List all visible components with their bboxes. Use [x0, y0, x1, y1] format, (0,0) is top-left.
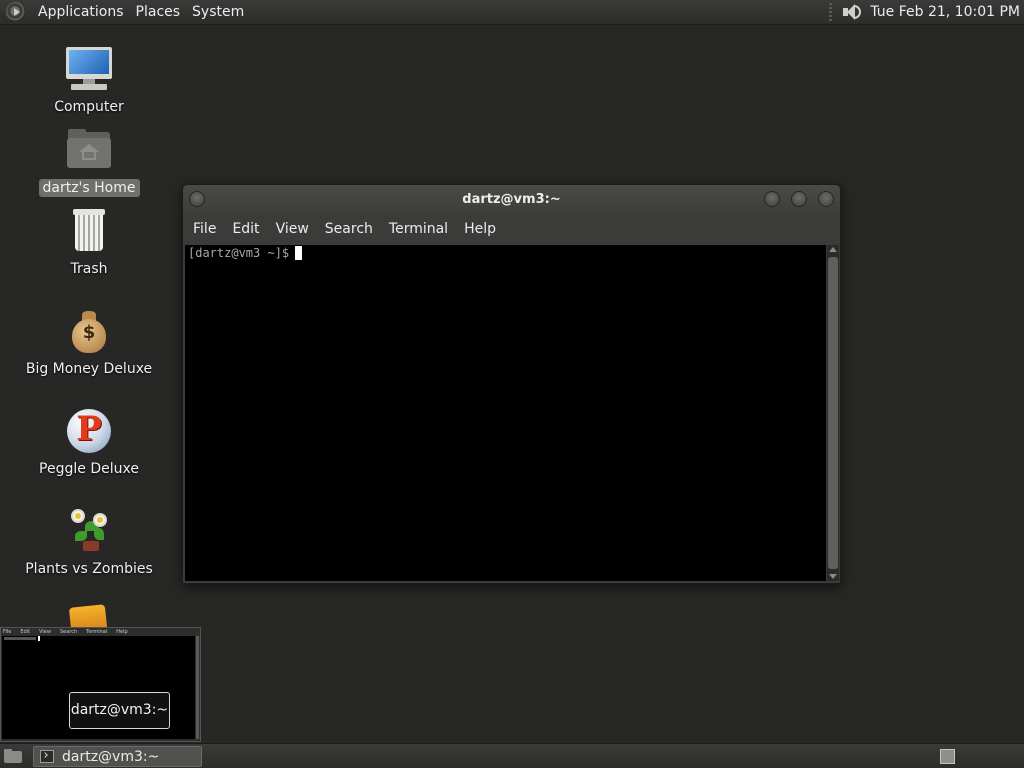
minimize-button[interactable] — [764, 191, 780, 207]
menu-view[interactable]: View — [270, 215, 315, 244]
preview-menu-item: File — [3, 629, 12, 635]
desktop-icon-label: Peggle Deluxe — [39, 461, 139, 477]
menu-search[interactable]: Search — [319, 215, 379, 244]
desktop-icon-home[interactable]: dartz's Home — [24, 126, 154, 197]
workspace-switcher[interactable] — [940, 749, 955, 764]
show-desktop-icon[interactable] — [3, 747, 25, 765]
clock[interactable]: Tue Feb 21, 10:01 PM — [870, 4, 1020, 20]
scroll-up-arrow-icon[interactable] — [829, 247, 837, 252]
scroll-down-arrow-icon[interactable] — [829, 574, 837, 579]
menu-edit[interactable]: Edit — [226, 215, 265, 244]
desktop-icon-trash[interactable]: Trash — [24, 207, 154, 278]
computer-icon — [65, 45, 113, 93]
taskbar-label: dartz@vm3:~ — [62, 748, 160, 765]
desktop-icon-label: Plants vs Zombies — [25, 561, 153, 577]
gnome-logo-icon[interactable] — [6, 2, 26, 22]
preview-menu-item: Search — [59, 629, 78, 635]
plants-icon — [65, 507, 113, 555]
preview-menu-item: View — [39, 629, 51, 635]
scroll-thumb[interactable] — [828, 257, 838, 569]
money-bag-icon: $ — [65, 307, 113, 355]
menu-terminal[interactable]: Terminal — [383, 215, 454, 244]
preview-menu-item: Help — [116, 629, 128, 635]
text-cursor — [295, 246, 303, 260]
desktop-icon-label: dartz's Home — [38, 179, 140, 197]
desktop-icon-plants-vs-zombies[interactable]: Plants vs Zombies — [24, 507, 154, 578]
bottom-panel: dartz@vm3:~ — [0, 743, 1024, 768]
menu-file[interactable]: File — [187, 215, 222, 244]
desktop-icon-computer[interactable]: Computer — [24, 45, 154, 116]
terminal-prompt: [dartz@vm3 ~]$ — [188, 246, 303, 260]
terminal-output[interactable]: [dartz@vm3 ~]$ — [185, 245, 826, 581]
home-folder-icon — [65, 126, 113, 174]
top-panel: Applications Places System Tue Feb 21, 1… — [0, 0, 1024, 25]
preview-scrollbar — [196, 636, 199, 739]
menu-applications[interactable]: Applications — [32, 0, 130, 25]
desktop-icon-peggle[interactable]: P Peggle Deluxe — [24, 407, 154, 478]
panel-handle[interactable] — [829, 3, 833, 21]
desktop-icon-label: Computer — [54, 99, 124, 115]
desktop-icon-label: Big Money Deluxe — [25, 361, 153, 377]
trash-icon — [65, 207, 113, 255]
panel-tray: Tue Feb 21, 10:01 PM — [829, 0, 1024, 25]
prompt-text: [dartz@vm3 ~]$ — [188, 246, 290, 260]
maximize-button[interactable] — [791, 191, 807, 207]
desktop-icon-label: Trash — [70, 261, 108, 277]
close-button[interactable] — [818, 191, 834, 207]
menu-system[interactable]: System — [186, 0, 250, 25]
menu-places[interactable]: Places — [130, 0, 187, 25]
window-title: dartz@vm3:~ — [462, 192, 561, 207]
preview-tooltip: dartz@vm3:~ — [69, 692, 170, 729]
preview-menu-item: Edit — [20, 629, 31, 635]
preview-menu-item: Terminal — [86, 629, 108, 635]
terminal-scrollbar[interactable] — [827, 245, 839, 581]
desktop-icon-big-money[interactable]: $ Big Money Deluxe — [24, 307, 154, 378]
terminal-menubar: File Edit View Search Terminal Help — [183, 215, 840, 244]
peggle-icon: P — [65, 407, 113, 455]
menu-help[interactable]: Help — [458, 215, 502, 244]
window-preview[interactable]: File Edit View Search Terminal Help dart… — [0, 627, 201, 742]
terminal-icon — [40, 750, 54, 763]
taskbar-button-terminal[interactable]: dartz@vm3:~ — [33, 746, 202, 767]
window-titlebar[interactable]: dartz@vm3:~ — [183, 185, 840, 215]
terminal-window[interactable]: dartz@vm3:~ File Edit View Search Termin… — [182, 184, 841, 584]
speaker-icon[interactable] — [840, 2, 862, 22]
preview-menubar: File Edit View Search Terminal Help — [3, 629, 198, 636]
